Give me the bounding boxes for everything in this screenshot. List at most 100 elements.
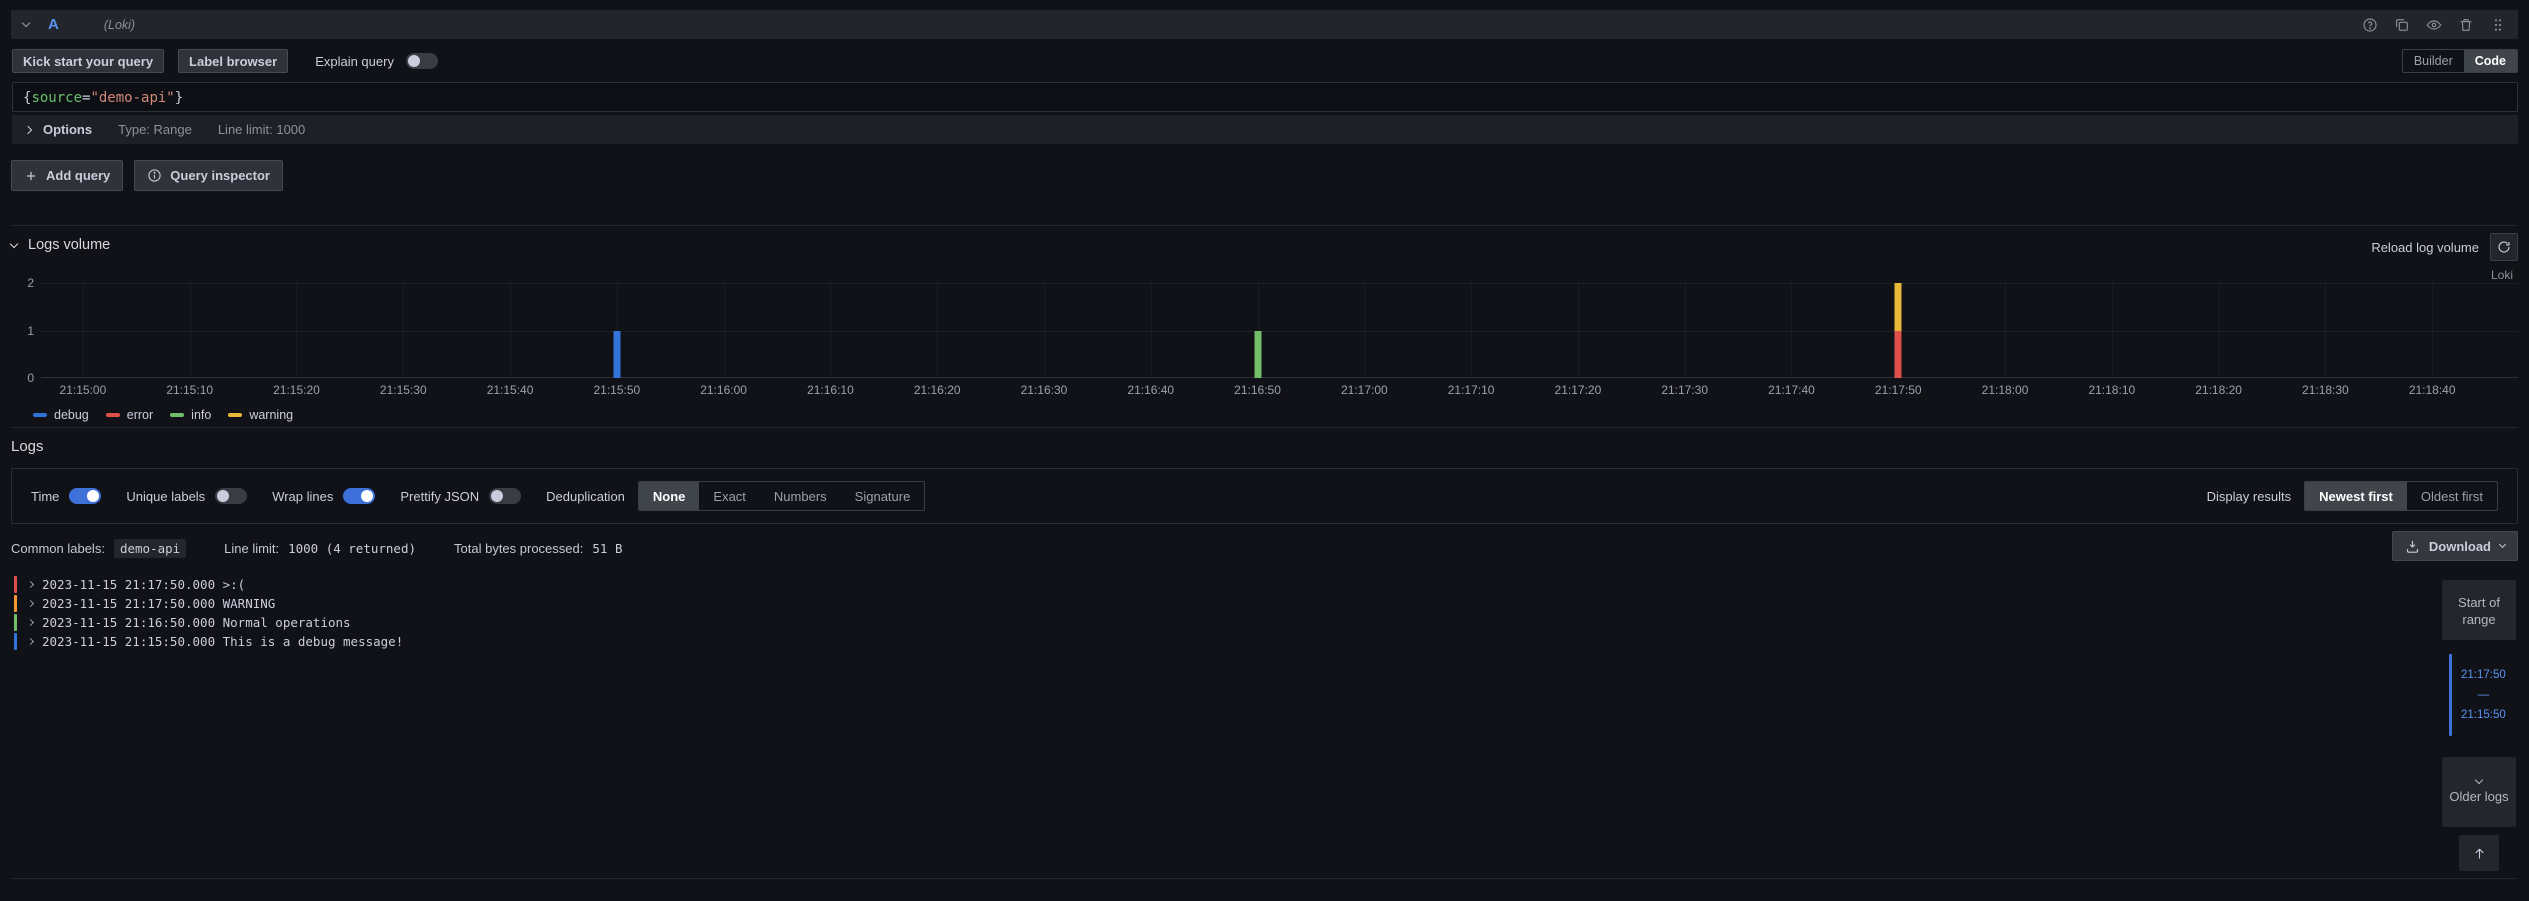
- order-oldest-first[interactable]: Oldest first: [2407, 482, 2497, 510]
- grid-line-v: [403, 283, 404, 378]
- eye-icon[interactable]: [2426, 17, 2442, 33]
- mode-builder[interactable]: Builder: [2403, 50, 2464, 72]
- legend-label-error: error: [127, 408, 153, 422]
- bar-segment-debug: [613, 331, 620, 379]
- visible-range-indicator[interactable]: 21:17:50 — 21:15:50: [2442, 654, 2516, 736]
- display-results-control: Display results Newest firstOldest first: [2207, 481, 2498, 511]
- log-expand-icon[interactable]: [27, 600, 34, 607]
- query-token-string: "demo-api": [90, 90, 174, 106]
- x-tick-label: 21:18:40: [2409, 383, 2456, 397]
- chart-legend: debug error info warning: [33, 406, 2518, 423]
- line-limit-label: Line limit:: [224, 541, 279, 556]
- help-icon[interactable]: [2362, 17, 2378, 33]
- deduplication-label: Deduplication: [546, 489, 625, 504]
- label-browser-button[interactable]: Label browser: [178, 49, 288, 73]
- common-labels: Common labels: demo-api: [11, 539, 186, 558]
- x-tick-label: 21:17:30: [1661, 383, 1708, 397]
- start-of-range-button[interactable]: Start of range: [2442, 580, 2516, 640]
- log-line-text: 2023-11-15 21:17:50.000 WARNING: [42, 596, 275, 611]
- toggle-prettify-json[interactable]: [489, 488, 521, 504]
- log-row-debug[interactable]: 2023-11-15 21:15:50.000 This is a debug …: [11, 632, 2518, 651]
- x-tick-label: 21:16:00: [700, 383, 747, 397]
- legend-marker-debug: [33, 413, 47, 417]
- bar-segment-warning: [1895, 283, 1902, 331]
- legend-item-error[interactable]: error: [106, 408, 153, 422]
- grid-line-v: [1151, 283, 1152, 378]
- query-inspector-label: Query inspector: [170, 168, 270, 183]
- log-rows-list: 2023-11-15 21:17:50.000 >:( 2023-11-15 21…: [11, 575, 2518, 651]
- add-query-button[interactable]: Add query: [11, 160, 123, 191]
- toggle-time[interactable]: [69, 488, 101, 504]
- arrow-up-icon: [2472, 846, 2487, 861]
- download-label: Download: [2429, 539, 2491, 554]
- explain-query-toggle[interactable]: [406, 53, 438, 69]
- chevron-down-icon: [2499, 541, 2506, 548]
- grid-line-v: [2112, 283, 2113, 378]
- log-toggles: TimeUnique labelsWrap linesPrettify JSON: [31, 488, 521, 504]
- log-expand-icon[interactable]: [27, 581, 34, 588]
- toggle-label-time: Time: [31, 489, 59, 504]
- logs-title: Logs: [11, 438, 2518, 455]
- datasource-name: (Loki): [104, 18, 135, 32]
- range-indicator-bar: [2449, 654, 2452, 736]
- query-ref-id: A: [48, 16, 59, 33]
- toggle-wrap-lines[interactable]: [343, 488, 375, 504]
- collapse-query-icon[interactable]: [22, 19, 30, 27]
- x-tick-label: 21:15:40: [487, 383, 534, 397]
- toggle-control-time: Time: [31, 488, 101, 504]
- toggle-control-wrap-lines: Wrap lines: [272, 488, 375, 504]
- grid-line-v: [2219, 283, 2220, 378]
- log-row-error[interactable]: 2023-11-15 21:17:50.000 >:(: [11, 575, 2518, 594]
- legend-item-warning[interactable]: warning: [228, 408, 293, 422]
- query-row-header[interactable]: A (Loki): [11, 10, 2518, 39]
- log-row-info[interactable]: 2023-11-15 21:16:50.000 Normal operation…: [11, 613, 2518, 632]
- line-limit-value: 1000 (4 returned): [288, 541, 416, 556]
- drag-handle-icon[interactable]: [2490, 17, 2506, 33]
- refresh-icon[interactable]: [2490, 233, 2518, 261]
- logs-volume-header[interactable]: Logs volume: [11, 233, 2518, 257]
- grid-line-v: [83, 283, 84, 378]
- older-logs-button[interactable]: Older logs: [2442, 757, 2516, 827]
- query-inspector-button[interactable]: Query inspector: [134, 160, 283, 191]
- dedup-numbers[interactable]: Numbers: [760, 482, 841, 510]
- volume-bar-21-15-50: [613, 331, 620, 379]
- x-tick-label: 21:17:10: [1448, 383, 1495, 397]
- query-options-collapsed[interactable]: Options Type: Range Line limit: 1000: [12, 115, 2518, 144]
- volume-bar-21-16-50: [1254, 331, 1261, 379]
- dedup-signature[interactable]: Signature: [841, 482, 925, 510]
- x-tick-label: 21:15:50: [593, 383, 640, 397]
- query-toolbar: Kick start your query Label browser Expl…: [12, 49, 2518, 73]
- log-row-warning[interactable]: 2023-11-15 21:17:50.000 WARNING: [11, 594, 2518, 613]
- grid-line-v: [1044, 283, 1045, 378]
- grid-line-v: [296, 283, 297, 378]
- log-expand-icon[interactable]: [27, 638, 34, 645]
- deduplication-control: Deduplication NoneExactNumbersSignature: [546, 481, 925, 511]
- copy-icon[interactable]: [2394, 17, 2410, 33]
- query-code-editor[interactable]: {source="demo-api"}: [12, 82, 2518, 112]
- toggle-unique-labels[interactable]: [215, 488, 247, 504]
- dedup-none[interactable]: None: [639, 482, 700, 510]
- mode-code[interactable]: Code: [2464, 50, 2517, 72]
- log-line-text: 2023-11-15 21:16:50.000 Normal operation…: [42, 615, 351, 630]
- reload-log-volume: Reload log volume: [2371, 233, 2518, 261]
- scroll-to-top-button[interactable]: [2459, 835, 2499, 871]
- order-newest-first[interactable]: Newest first: [2305, 482, 2407, 510]
- kick-start-query-button[interactable]: Kick start your query: [12, 49, 164, 73]
- log-expand-icon[interactable]: [27, 619, 34, 626]
- legend-item-debug[interactable]: debug: [33, 408, 89, 422]
- query-token-label: source: [31, 90, 82, 106]
- grid-line-v: [1685, 283, 1686, 378]
- logs-volume-collapse-icon[interactable]: [10, 239, 18, 247]
- x-tick-label: 21:18:20: [2195, 383, 2242, 397]
- grid-line-h: [41, 283, 2518, 284]
- dedup-exact[interactable]: Exact: [699, 482, 760, 510]
- explore-page: A (Loki): [0, 0, 2529, 901]
- options-expand-icon[interactable]: [24, 125, 32, 133]
- download-button[interactable]: Download: [2392, 531, 2518, 561]
- grid-line-v: [510, 283, 511, 378]
- legend-item-info[interactable]: info: [170, 408, 211, 422]
- legend-marker-error: [106, 413, 120, 417]
- trash-icon[interactable]: [2458, 17, 2474, 33]
- legend-label-info: info: [191, 408, 211, 422]
- query-row-actions: [2362, 17, 2506, 33]
